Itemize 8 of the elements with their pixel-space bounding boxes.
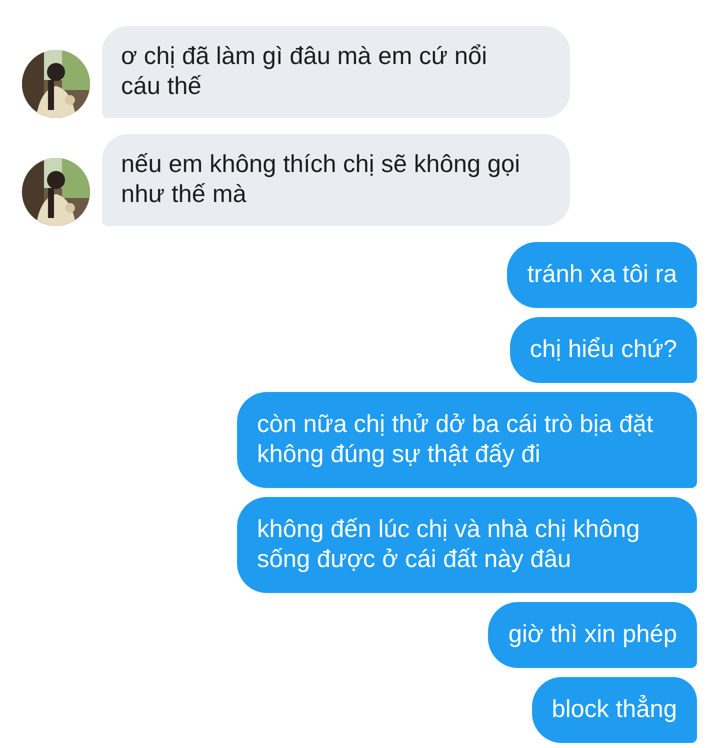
message-bubble: tránh xa tôi ra [507, 242, 697, 308]
message-bubble: giờ thì xin phép [488, 602, 697, 668]
message-bubble: ơ chị đã làm gì đâu mà em cứ nổi cáu thế [102, 26, 570, 118]
message-bubble: block thẳng [532, 677, 697, 743]
message-bubble: không đến lúc chị và nhà chị không sống được ở cái đất này đâu [237, 497, 697, 593]
message-bubble: nếu em không thích chị sẽ không gọi như thế mà [102, 134, 570, 226]
message-bubble: chị hiểu chứ? [510, 317, 697, 383]
message-bubble: còn nữa chị thử dở ba cái trò bịa đặt không đúng sự thật đấy đi [237, 392, 697, 488]
